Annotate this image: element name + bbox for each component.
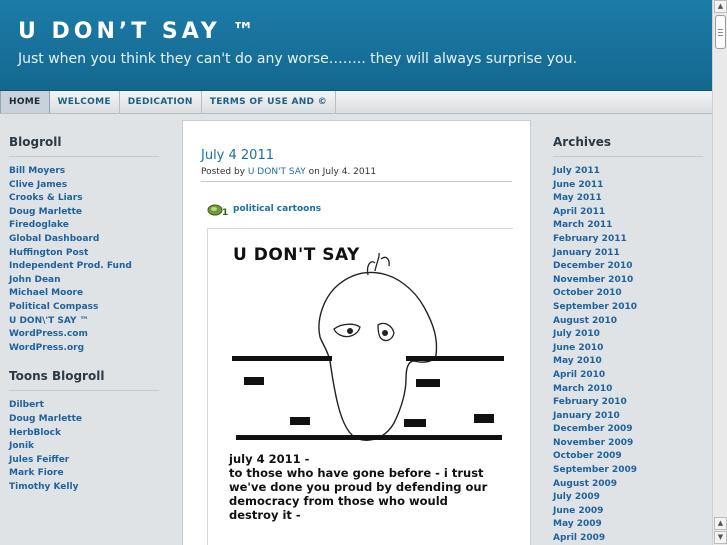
- archive-item-link[interactable]: November 2010: [553, 274, 703, 288]
- toons-item-link[interactable]: Mark Fiore: [9, 467, 159, 481]
- archive-item-link[interactable]: April 2009: [553, 532, 703, 545]
- blogroll-item-link[interactable]: Huffington Post: [9, 247, 159, 261]
- site-title[interactable]: U DON’T SAY ™: [18, 19, 258, 44]
- scroll-down-button[interactable]: ▼: [714, 531, 727, 544]
- archive-item-link[interactable]: February 2010: [553, 396, 703, 410]
- blogroll-item-link[interactable]: Clive James: [9, 179, 159, 193]
- posted-by-label: Posted by: [201, 167, 245, 177]
- archive-item-link[interactable]: May 2011: [553, 192, 703, 206]
- nav-home[interactable]: HOME: [0, 91, 50, 113]
- archive-item-link[interactable]: August 2009: [553, 478, 703, 492]
- caption-line: we've done you proud by defending our: [229, 480, 488, 494]
- blogroll-item-link[interactable]: Independent Prod. Fund: [9, 260, 159, 274]
- toons-item-link[interactable]: Jules Feiffer: [9, 454, 159, 468]
- archive-item-link[interactable]: March 2010: [553, 383, 703, 397]
- archive-item-link[interactable]: December 2010: [553, 260, 703, 274]
- caption-line: destroy it -: [229, 508, 301, 522]
- cartoon-image: U DON'T SAY july 4 2011 - to those who h…: [207, 228, 513, 545]
- archive-item-link[interactable]: July 2011: [553, 165, 703, 179]
- blogroll-item-link[interactable]: Firedoglake: [9, 219, 159, 233]
- toons-item-link[interactable]: Doug Marlette: [9, 413, 159, 427]
- toons-blogroll-list: Dilbert Doug Marlette HerbBlock Jonik Jules …: [9, 399, 159, 494]
- toons-item-link[interactable]: Jonik: [9, 440, 159, 454]
- blogroll-item-link[interactable]: WordPress.org: [9, 342, 159, 356]
- vertical-scrollbar[interactable]: ▲ ▲ ▼: [712, 0, 727, 545]
- archive-item-link[interactable]: April 2010: [553, 369, 703, 383]
- nav-terms[interactable]: TERMS OF USE AND ©: [202, 91, 337, 113]
- blogroll-item-link[interactable]: Global Dashboard: [9, 233, 159, 247]
- scroll-up-button[interactable]: ▲: [714, 0, 727, 13]
- archive-item-link[interactable]: July 2010: [553, 328, 703, 342]
- main-nav: HOME WELCOME DEDICATION TERMS OF USE AND…: [0, 91, 712, 114]
- caption-line: july 4 2011 -: [229, 452, 310, 466]
- blogroll-item-link[interactable]: WordPress.com: [9, 328, 159, 342]
- archive-item-link[interactable]: November 2009: [553, 437, 703, 451]
- archive-item-link[interactable]: March 2011: [553, 219, 703, 233]
- blogroll-item-link[interactable]: Doug Marlette: [9, 206, 159, 220]
- category-link[interactable]: political cartoons: [233, 204, 321, 214]
- nav-dedication[interactable]: DEDICATION: [120, 91, 202, 113]
- post-title[interactable]: July 4 2011: [201, 148, 274, 163]
- archive-item-link[interactable]: May 2009: [553, 518, 703, 532]
- post-category: 1 political cartoons: [207, 202, 321, 216]
- post-content: July 4 2011 Posted by U DON'T SAY on Jul…: [182, 120, 531, 545]
- cartoon-caption: july 4 2011 - to those who have gone bef…: [229, 452, 509, 522]
- blogroll-item-link[interactable]: Bill Moyers: [9, 165, 159, 179]
- blogroll-item-link[interactable]: Crooks & Liars: [9, 192, 159, 206]
- caption-line: democracy from those who would: [229, 494, 448, 508]
- archive-item-link[interactable]: April 2011: [553, 206, 703, 220]
- archives-list: July 2011 June 2011 May 2011 April 2011 Marc…: [553, 165, 703, 545]
- archive-item-link[interactable]: June 2010: [553, 342, 703, 356]
- blogroll-item-link[interactable]: Michael Moore: [9, 287, 159, 301]
- archive-item-link[interactable]: June 2011: [553, 179, 703, 193]
- site-tagline: Just when you think they can't do any wo…: [18, 51, 577, 67]
- archive-item-link[interactable]: June 2009: [553, 505, 703, 519]
- right-sidebar: Archives July 2011 June 2011 May 2011 April…: [553, 135, 703, 545]
- post-meta: Posted by U DON'T SAY on July 4. 2011: [201, 167, 512, 182]
- archives-title: Archives: [553, 135, 703, 157]
- archive-item-link[interactable]: August 2010: [553, 315, 703, 329]
- archive-item-link[interactable]: October 2010: [553, 287, 703, 301]
- blogroll-list: Bill Moyers Clive James Crooks & Liars Doug…: [9, 165, 159, 355]
- svg-text:1: 1: [222, 208, 228, 216]
- site-header: U DON’T SAY ™ Just when you think they c…: [0, 0, 712, 91]
- blogroll-item-link[interactable]: Political Compass: [9, 301, 159, 315]
- blogroll-title: Blogroll: [9, 135, 159, 157]
- archive-item-link[interactable]: February 2011: [553, 233, 703, 247]
- scroll-up-button-lower[interactable]: ▲: [714, 517, 727, 530]
- toons-blogroll-title: Toons Blogroll: [9, 369, 159, 392]
- post-date: on July 4. 2011: [308, 167, 377, 177]
- archive-item-link[interactable]: December 2009: [553, 423, 703, 437]
- toons-item-link[interactable]: Timothy Kelly: [9, 481, 159, 495]
- left-sidebar: Blogroll Bill Moyers Clive James Crooks & …: [9, 135, 159, 494]
- archive-item-link[interactable]: September 2010: [553, 301, 703, 315]
- blogroll-item-link[interactable]: John Dean: [9, 274, 159, 288]
- archive-item-link[interactable]: September 2009: [553, 464, 703, 478]
- archive-item-link[interactable]: July 2009: [553, 491, 703, 505]
- toons-item-link[interactable]: HerbBlock: [9, 427, 159, 441]
- scroll-thumb[interactable]: [715, 15, 726, 49]
- nav-welcome[interactable]: WELCOME: [50, 91, 120, 113]
- archive-item-link[interactable]: January 2010: [553, 410, 703, 424]
- post-author-link[interactable]: U DON'T SAY: [248, 167, 306, 177]
- caption-line: to those who have gone before - i trust: [229, 466, 484, 480]
- archive-item-link[interactable]: January 2011: [553, 247, 703, 261]
- folder-icon: 1: [207, 204, 228, 216]
- archive-item-link[interactable]: October 2009: [553, 450, 703, 464]
- blogroll-item-link[interactable]: U DON\'T SAY ™: [9, 315, 159, 329]
- toons-item-link[interactable]: Dilbert: [9, 399, 159, 413]
- archive-item-link[interactable]: May 2010: [553, 355, 703, 369]
